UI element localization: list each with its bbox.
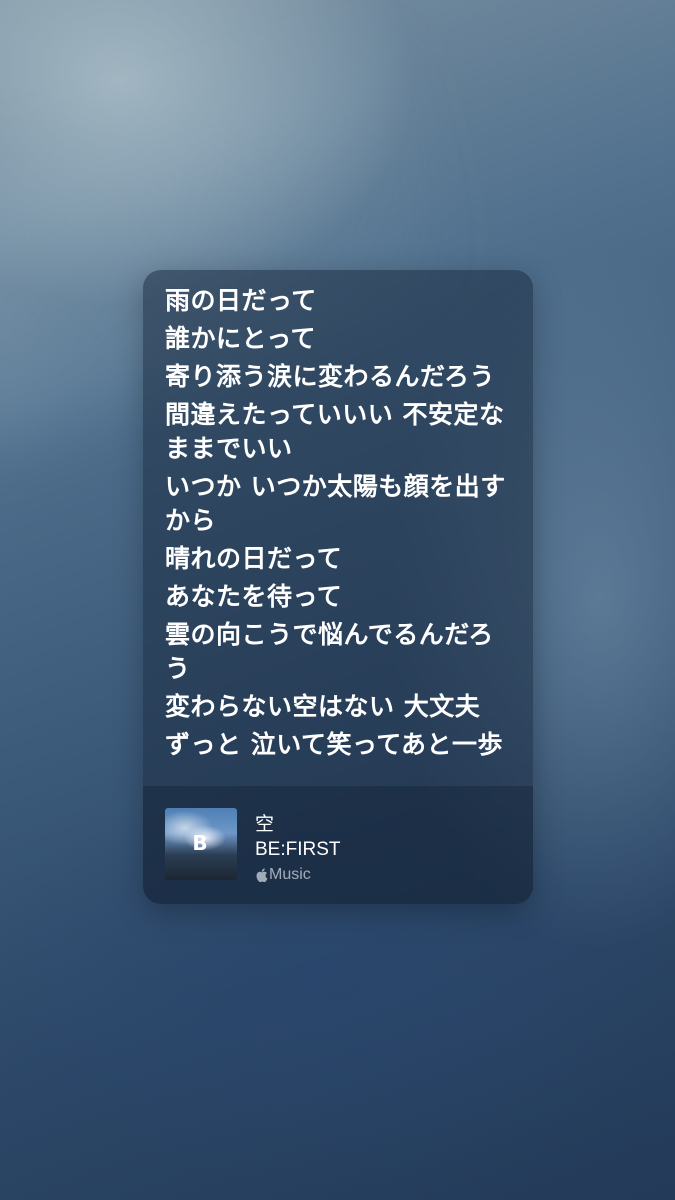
artist-name: BE:FIRST bbox=[255, 839, 341, 860]
service-label: Music bbox=[269, 866, 311, 883]
album-artwork[interactable]: B bbox=[165, 808, 237, 880]
artist-logo: B bbox=[192, 831, 208, 855]
lyric-line: あなたを待って bbox=[165, 582, 343, 611]
lyrics-share-card: 雨の日だって 誰かにとって 寄り添う涙に変わるんだろう 間違えたっていいい 不安… bbox=[143, 270, 533, 904]
lyric-line: いつか いつか太陽も顔を出すから bbox=[165, 472, 506, 535]
song-title: 空 bbox=[255, 813, 275, 835]
track-info-bar[interactable]: B 空 BE:FIRST Music bbox=[143, 786, 533, 904]
lyric-line: 雲の向こうで悩んでるんだろう bbox=[165, 620, 494, 683]
lyric-line: 間違えたっていいい 不安定なままでいい bbox=[165, 400, 505, 463]
apple-music-badge: Music bbox=[255, 865, 311, 885]
lyrics-list: 雨の日だって 誰かにとって 寄り添う涙に変わるんだろう 間違えたっていいい 不安… bbox=[165, 284, 517, 766]
lyric-line: 寄り添う涙に変わるんだろう bbox=[165, 362, 496, 391]
lyric-line: 雨の日だって bbox=[165, 286, 317, 315]
lyric-line: 変わらない空はない 大文夫 bbox=[165, 692, 481, 721]
lyric-line: 誰かにとって bbox=[165, 324, 317, 353]
lyric-line: 晴れの日だって bbox=[165, 544, 343, 573]
apple-logo-icon bbox=[255, 867, 268, 883]
lyric-line: ずっと 泣いて笑ってあと一歩 bbox=[165, 730, 503, 759]
